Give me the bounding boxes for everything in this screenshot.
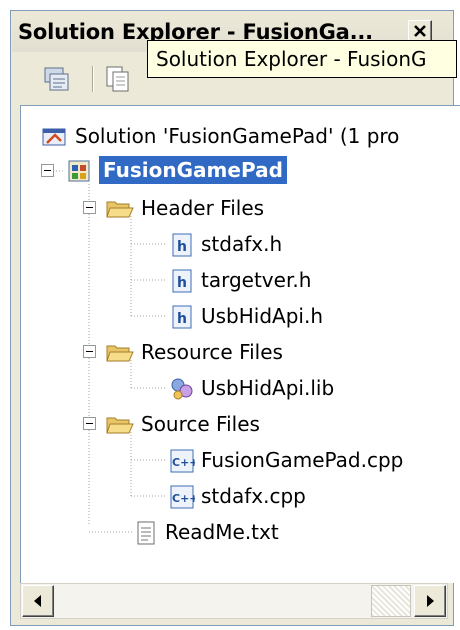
show-all-files-button[interactable] bbox=[104, 64, 134, 94]
tree-item-file[interactable]: h stdafx.h bbox=[21, 228, 460, 262]
collapse-toggle-source-files[interactable] bbox=[83, 417, 96, 430]
resource-files-label: Resource Files bbox=[141, 340, 283, 364]
project-icon bbox=[68, 160, 90, 182]
tree-item-file[interactable]: UsbHidApi.lib bbox=[21, 372, 460, 406]
folder-open-icon bbox=[106, 345, 134, 362]
collapse-toggle-resource-files[interactable] bbox=[83, 345, 96, 358]
cpp-file-icon: C++ bbox=[170, 485, 195, 509]
file-label: UsbHidApi.lib bbox=[201, 376, 335, 400]
file-label: FusionGamePad.cpp bbox=[201, 448, 404, 472]
tree-item-file[interactable]: h UsbHidApi.h bbox=[21, 300, 460, 334]
toolbar-separator bbox=[92, 66, 94, 92]
arrow-right-icon bbox=[427, 595, 434, 607]
readme-label: ReadMe.txt bbox=[165, 520, 279, 544]
cpp-file-icon: C++ bbox=[170, 449, 195, 473]
svg-text:h: h bbox=[177, 239, 187, 255]
tree-item-file[interactable]: C++ FusionGamePad.cpp bbox=[21, 444, 460, 478]
close-button[interactable] bbox=[408, 20, 432, 42]
arrow-left-icon bbox=[34, 595, 41, 607]
scroll-right-button[interactable] bbox=[414, 585, 446, 617]
library-file-icon bbox=[171, 378, 193, 400]
tooltip: Solution Explorer - FusionG bbox=[147, 40, 457, 78]
collapse-toggle-header-files[interactable] bbox=[83, 201, 96, 214]
tree-item-solution[interactable]: Solution 'FusionGamePad' (1 pro bbox=[21, 120, 460, 154]
header-file-icon: h bbox=[172, 305, 192, 329]
svg-text:h: h bbox=[177, 311, 187, 327]
solution-explorer-window: Solution Explorer - FusionGa... Solution… bbox=[10, 10, 460, 626]
file-label: stdafx.cpp bbox=[201, 484, 306, 508]
solution-tree[interactable]: Solution 'FusionGamePad' (1 pro FusionGa… bbox=[20, 105, 460, 583]
tree-item-project[interactable]: FusionGamePad bbox=[21, 154, 460, 188]
text-file-icon bbox=[137, 521, 155, 545]
header-file-icon: h bbox=[172, 233, 192, 257]
source-files-label: Source Files bbox=[141, 412, 260, 436]
close-icon bbox=[414, 25, 426, 37]
properties-button[interactable] bbox=[42, 64, 72, 94]
header-files-label: Header Files bbox=[141, 196, 265, 220]
scroll-thumb[interactable] bbox=[371, 585, 411, 617]
file-label: stdafx.h bbox=[201, 232, 283, 256]
horizontal-scrollbar[interactable] bbox=[20, 583, 448, 619]
folder-open-icon bbox=[106, 201, 134, 218]
tree-item-readme[interactable]: ReadMe.txt bbox=[21, 516, 460, 550]
tree-item-source-files[interactable]: Source Files bbox=[21, 408, 460, 442]
file-label: targetver.h bbox=[201, 268, 312, 292]
scroll-left-button[interactable] bbox=[22, 585, 54, 617]
show-all-files-icon bbox=[106, 66, 129, 92]
svg-text:C++: C++ bbox=[172, 456, 195, 469]
svg-text:h: h bbox=[177, 275, 187, 291]
collapse-toggle-project[interactable] bbox=[41, 164, 54, 177]
tree-item-file[interactable]: h targetver.h bbox=[21, 264, 460, 298]
file-label: UsbHidApi.h bbox=[201, 304, 324, 328]
tree-item-header-files[interactable]: Header Files bbox=[21, 192, 460, 226]
tree-item-file[interactable]: C++ stdafx.cpp bbox=[21, 480, 460, 514]
project-label: FusionGamePad bbox=[99, 156, 287, 184]
header-file-icon: h bbox=[172, 269, 192, 293]
properties-icon bbox=[44, 67, 69, 91]
tree-item-resource-files[interactable]: Resource Files bbox=[21, 336, 460, 370]
solution-label: Solution 'FusionGamePad' (1 pro bbox=[75, 124, 400, 148]
folder-open-icon bbox=[106, 417, 134, 434]
solution-icon bbox=[42, 128, 66, 146]
svg-text:C++: C++ bbox=[172, 492, 195, 505]
